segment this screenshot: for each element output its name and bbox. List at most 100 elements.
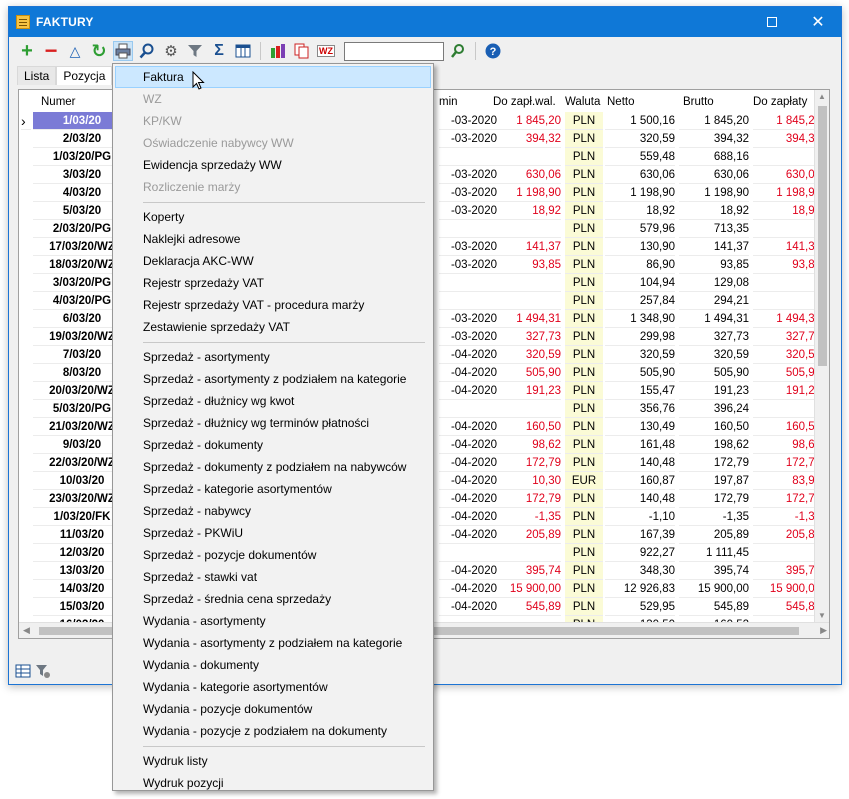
copy-button[interactable] [292,41,312,61]
cell-waluta: PLN [565,382,603,400]
settings-button[interactable]: ⚙ [161,41,181,61]
table-icon[interactable] [15,663,31,679]
row-indicator-icon: › [21,112,31,130]
tab-lista[interactable]: Lista [17,66,57,85]
menu-item-sprzedaz-dokumenty[interactable]: Sprzedaż - dokumenty [115,434,431,456]
header-waluta[interactable]: Waluta [565,93,605,111]
filter-settings-icon[interactable] [35,663,51,679]
print-button[interactable] [113,41,133,61]
cell-do-zaplaty [753,274,821,292]
cell-netto: 140,48 [605,454,675,472]
add-button[interactable]: + [17,40,37,62]
maximize-button[interactable] [749,7,795,37]
menu-item-wydania-dokumenty[interactable]: Wydania - dokumenty [115,654,431,676]
cell-netto: 356,76 [605,400,675,418]
cell-do-zaplaty: 1 845,20 [753,112,821,130]
cell-brutto: 713,35 [679,220,749,238]
menu-item-wydania-asortymenty[interactable]: Wydania - asortymenty [115,610,431,632]
cell-brutto: 205,89 [679,526,749,544]
cell-waluta: PLN [565,598,603,616]
cell-brutto: 320,59 [679,346,749,364]
cell-do-zaplaty-wal [493,148,561,166]
vertical-scroll-thumb[interactable] [818,106,827,366]
sum-button[interactable]: Σ [209,41,229,61]
cell-do-zaplaty [753,220,821,238]
menu-item-ewidencja-sprzedazy-ww[interactable]: Ewidencja sprzedaży WW [115,154,431,176]
menu-item-sprzedaz-dluznicy-wg-kwot[interactable]: Sprzedaż - dłużnicy wg kwot [115,390,431,412]
wz-button[interactable]: WZ [316,41,336,61]
menu-item-sprzedaz-nabywcy[interactable]: Sprzedaż - nabywcy [115,500,431,522]
edit-button[interactable]: △ [65,41,85,61]
cell-do-zaplaty-wal: 93,85 [493,256,561,274]
document-button[interactable] [268,41,288,61]
menu-item-faktura[interactable]: Faktura [115,66,431,88]
cell-waluta: PLN [565,454,603,472]
menu-item-wydania-asortymenty-z-podzialem-na-kategorie[interactable]: Wydania - asortymenty z podziałem na kat… [115,632,431,654]
vertical-scrollbar[interactable]: ▲ ▼ [814,90,829,622]
cell-do-zaplaty-wal: 98,62 [493,436,561,454]
menu-item-sprzedaz-kategorie-asortymentow[interactable]: Sprzedaż - kategorie asortymentów [115,478,431,500]
cell-brutto: 1 845,20 [679,112,749,130]
menu-item-wydania-kategorie-asortymentow[interactable]: Wydania - kategorie asortymentów [115,676,431,698]
find-button[interactable] [137,41,157,61]
help-button[interactable]: ? [483,41,503,61]
cell-do-zaplaty-wal [493,544,561,562]
menu-item-rejestr-sprzedazy-vat[interactable]: Rejestr sprzedaży VAT [115,272,431,294]
menu-item-sprzedaz-stawki-vat[interactable]: Sprzedaż - stawki vat [115,566,431,588]
cell-termin [439,220,497,238]
menu-item-wydruk-pozycji[interactable]: Wydruk pozycji [115,772,431,794]
svg-text:?: ? [490,46,497,58]
printer-icon [115,43,131,59]
menu-item-koperty[interactable]: Koperty [115,206,431,228]
header-netto[interactable]: Netto [607,93,657,111]
refresh-button[interactable]: ↻ [89,41,109,61]
cell-netto: 12 926,83 [605,580,675,598]
scroll-right-arrow[interactable]: ▶ [820,625,827,636]
tab-pozycja[interactable]: Pozycja [56,66,113,85]
scroll-down-arrow[interactable]: ▼ [818,611,826,620]
menu-item-wydania-pozycje-dokumentow[interactable]: Wydania - pozycje dokumentów [115,698,431,720]
scroll-up-arrow[interactable]: ▲ [818,92,826,101]
menu-item-sprzedaz-srednia-cena-sprzedazy[interactable]: Sprzedaż - średnia cena sprzedaży [115,588,431,610]
close-button[interactable]: ✕ [795,7,841,37]
header-brutto[interactable]: Brutto [683,93,733,111]
menu-item-naklejki-adresowe[interactable]: Naklejki adresowe [115,228,431,250]
cell-do-zaplaty: 160,50 [753,418,821,436]
columns-button[interactable] [233,41,253,61]
cell-brutto: 1 198,90 [679,184,749,202]
cell-do-zaplaty-wal: 545,89 [493,598,561,616]
refresh-icon: ↻ [91,40,107,61]
menu-item-sprzedaz-dluznicy-wg-terminow-platnosci[interactable]: Sprzedaż - dłużnicy wg terminów płatnośc… [115,412,431,434]
header-termin[interactable]: min [439,93,479,111]
menu-item-rejestr-sprzedazy-vat-procedura-marzy[interactable]: Rejestr sprzedaży VAT - procedura marży [115,294,431,316]
cell-waluta: PLN [565,220,603,238]
menu-item-zestawienie-sprzedazy-vat[interactable]: Zestawienie sprzedaży VAT [115,316,431,338]
cell-waluta: PLN [565,526,603,544]
menu-item-deklaracja-akc-ww[interactable]: Deklaracja AKC-WW [115,250,431,272]
scroll-left-arrow[interactable]: ◀ [23,625,30,636]
document-icon [271,44,285,58]
menu-item-sprzedaz-dokumenty-z-podzialem-na-nabywcow[interactable]: Sprzedaż - dokumenty z podziałem na naby… [115,456,431,478]
menu-item-wydruk-listy[interactable]: Wydruk listy [115,750,431,772]
header-do-zaplaty[interactable]: Do zapłaty [753,93,823,111]
cell-waluta: PLN [565,328,603,346]
search-go-button[interactable] [448,41,468,61]
search-input[interactable] [344,41,444,61]
header-numer[interactable]: Numer [41,93,101,111]
menu-item-sprzedaz-pkwiu[interactable]: Sprzedaż - PKWiU [115,522,431,544]
menu-item-sprzedaz-asortymenty[interactable]: Sprzedaż - asortymenty [115,346,431,368]
menu-item-wydania-pozycje-z-podzialem-na-dokumenty[interactable]: Wydania - pozycje z podziałem na dokumen… [115,720,431,742]
menu-item-sprzedaz-asortymenty-z-podzialem-na-kategorie[interactable]: Sprzedaż - asortymenty z podziałem na ka… [115,368,431,390]
menu-item-sprzedaz-pozycje-dokumentow[interactable]: Sprzedaż - pozycje dokumentów [115,544,431,566]
filter-button[interactable] [185,41,205,61]
sigma-icon: Σ [214,42,224,59]
cell-do-zaplaty-wal: 395,74 [493,562,561,580]
cell-brutto: 1 111,45 [679,544,749,562]
cell-netto: 630,06 [605,166,675,184]
cell-do-zaplaty: 93,85 [753,256,821,274]
cell-termin: -03-2020 [439,310,497,328]
header-do-zaplaty-wal[interactable]: Do zapł.wal. [493,93,563,111]
cell-do-zaplaty-wal: 327,73 [493,328,561,346]
cell-brutto: 191,23 [679,382,749,400]
delete-button[interactable]: − [41,40,61,62]
